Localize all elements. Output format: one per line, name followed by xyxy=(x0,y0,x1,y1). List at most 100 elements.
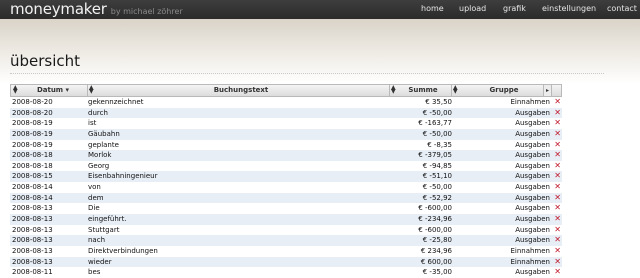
cell-date: 2008-08-19 xyxy=(12,140,53,149)
table-row[interactable]: 2008-08-13 Stuttgart € -600,00 Ausgaben ✕ xyxy=(10,224,562,236)
delete-x-icon[interactable]: ✕ xyxy=(554,203,561,214)
cell-gruppe: Ausgaben xyxy=(515,193,550,202)
nav-grafik[interactable]: grafik xyxy=(503,4,526,13)
column-summe[interactable]: Summe xyxy=(397,85,449,96)
delete-x-icon[interactable]: ✕ xyxy=(554,171,561,182)
cell-date: 2008-08-20 xyxy=(12,98,53,106)
cell-summe: € -94,85 xyxy=(422,161,452,170)
cell-date: 2008-08-13 xyxy=(12,225,53,234)
table-row[interactable]: 2008-08-15 Eisenbahningenieur € -51,10 Ausg… xyxy=(10,171,562,183)
table-row[interactable]: 2008-08-13 wieder € 600,00 Einnahmen ✕ xyxy=(10,256,562,268)
cell-gruppe: Ausgaben xyxy=(515,204,550,213)
table-row[interactable]: 2008-08-13 Direktverbindungen € 234,96 Einn… xyxy=(10,245,562,257)
cell-buchungstext: von xyxy=(88,183,101,192)
delete-x-icon[interactable]: ✕ xyxy=(554,235,561,246)
cell-gruppe: Einnahmen xyxy=(510,98,550,106)
title-divider xyxy=(10,73,604,74)
delete-x-icon[interactable]: ✕ xyxy=(554,257,561,268)
cell-date: 2008-08-13 xyxy=(12,246,53,255)
column-buchungstext[interactable]: Buchungstext xyxy=(95,85,387,96)
cell-gruppe: Ausgaben xyxy=(515,183,550,192)
cell-summe: € -600,00 xyxy=(418,225,452,234)
column-gruppe[interactable]: Gruppe xyxy=(459,85,549,96)
delete-x-icon[interactable]: ✕ xyxy=(554,267,561,278)
delete-x-icon[interactable]: ✕ xyxy=(554,193,561,204)
table-row[interactable]: 2008-08-14 dem € -52,92 Ausgaben ✕ xyxy=(10,192,562,204)
cell-date: 2008-08-19 xyxy=(12,129,53,138)
cell-buchungstext: Die xyxy=(88,204,100,213)
cell-date: 2008-08-14 xyxy=(12,193,53,202)
nav-home[interactable]: home xyxy=(421,4,444,13)
cell-gruppe: Ausgaben xyxy=(515,140,550,149)
cell-summe: € -25,80 xyxy=(422,236,452,245)
column-separator[interactable] xyxy=(389,85,390,96)
brand-byline: by michael zöhrer xyxy=(110,7,183,16)
table-row[interactable]: 2008-08-18 Georg € -94,85 Ausgaben ✕ xyxy=(10,160,562,172)
cell-date: 2008-08-13 xyxy=(12,236,53,245)
cell-summe: € -50,00 xyxy=(422,108,452,117)
page-title: übersicht xyxy=(10,52,81,70)
cell-summe: € -35,00 xyxy=(422,268,452,277)
table-row[interactable]: 2008-08-20 gekennzeichnet € 35,50 Einnahmen… xyxy=(10,97,562,108)
cell-buchungstext: Morlok xyxy=(88,151,112,160)
column-datum-label: Datum xyxy=(36,86,64,94)
cell-buchungstext: gekennzeichnet xyxy=(88,98,144,106)
cell-gruppe: Ausgaben xyxy=(515,119,550,128)
delete-x-icon[interactable]: ✕ xyxy=(554,246,561,257)
cell-buchungstext: Georg xyxy=(88,161,110,170)
table-row[interactable]: 2008-08-18 Morlok € -379,05 Ausgaben ✕ xyxy=(10,150,562,161)
delete-x-icon[interactable]: ✕ xyxy=(554,129,561,140)
cell-buchungstext: nach xyxy=(88,236,106,245)
cell-buchungstext: durch xyxy=(88,108,108,117)
column-separator[interactable] xyxy=(451,85,452,96)
table-row[interactable]: 2008-08-20 durch € -50,00 Ausgaben ✕ xyxy=(10,107,562,119)
cell-summe: € 600,00 xyxy=(420,257,452,266)
delete-x-icon[interactable]: ✕ xyxy=(554,161,561,172)
table-body: 2008-08-20 gekennzeichnet € 35,50 Einnahmen… xyxy=(10,97,562,278)
cell-buchungstext: geplante xyxy=(88,140,119,149)
cell-gruppe: Ausgaben xyxy=(515,129,550,138)
cell-date: 2008-08-15 xyxy=(12,172,53,181)
cell-gruppe: Ausgaben xyxy=(515,225,550,234)
cell-date: 2008-08-19 xyxy=(12,119,53,128)
table-row[interactable]: 2008-08-19 Gäubahn € -50,00 Ausgaben ✕ xyxy=(10,128,562,140)
cell-buchungstext: wieder xyxy=(88,257,112,266)
delete-x-icon[interactable]: ✕ xyxy=(554,97,561,108)
cell-buchungstext: dem xyxy=(88,193,104,202)
table-row[interactable]: 2008-08-19 geplante € -8,35 Ausgaben ✕ xyxy=(10,139,562,151)
table-row[interactable]: 2008-08-19 ist € -163,77 Ausgaben ✕ xyxy=(10,118,562,129)
delete-x-icon[interactable]: ✕ xyxy=(554,118,561,129)
cell-gruppe: Ausgaben xyxy=(515,172,550,181)
delete-x-icon[interactable]: ✕ xyxy=(554,108,561,119)
cell-gruppe: Ausgaben xyxy=(515,108,550,117)
cell-gruppe: Ausgaben xyxy=(515,161,550,170)
column-datum[interactable]: Datum ▾ xyxy=(21,85,85,96)
cell-summe: € -51,10 xyxy=(422,172,452,181)
cell-gruppe: Ausgaben xyxy=(515,268,550,277)
cell-date: 2008-08-20 xyxy=(12,108,53,117)
delete-x-icon[interactable]: ✕ xyxy=(554,182,561,193)
transactions-table: ▲ ▼ Datum ▾ ▲ ▼ Buchungstext ▲ ▼ Summe ▲ ▼ G… xyxy=(10,84,562,278)
table-row[interactable]: 2008-08-13 eingeführt. € -234,96 Ausgaben ✕ xyxy=(10,214,562,225)
cell-buchungstext: ist xyxy=(88,119,97,128)
delete-x-icon[interactable]: ✕ xyxy=(554,140,561,151)
cell-buchungstext: bes xyxy=(88,268,101,277)
cell-summe: € 234,96 xyxy=(420,246,452,255)
table-row[interactable]: 2008-08-11 bes € -35,00 Ausgaben ✕ xyxy=(10,267,562,278)
cell-date: 2008-08-14 xyxy=(12,183,53,192)
cell-summe: € -52,92 xyxy=(422,193,452,202)
delete-x-icon[interactable]: ✕ xyxy=(554,214,561,225)
delete-x-icon[interactable]: ✕ xyxy=(554,150,561,161)
nav-upload[interactable]: upload xyxy=(459,4,486,13)
nav-contact[interactable]: contact xyxy=(607,4,637,13)
column-chooser-icon[interactable]: ▸ xyxy=(543,84,552,97)
cell-date: 2008-08-18 xyxy=(12,161,53,170)
cell-buchungstext: Direktverbindungen xyxy=(88,246,158,255)
table-row[interactable]: 2008-08-13 Die € -600,00 Ausgaben ✕ xyxy=(10,203,562,215)
table-row[interactable]: 2008-08-14 von € -50,00 Ausgaben ✕ xyxy=(10,182,562,193)
nav-einstellungen[interactable]: einstellungen xyxy=(542,4,596,13)
column-separator[interactable] xyxy=(87,85,88,96)
delete-x-icon[interactable]: ✕ xyxy=(554,225,561,236)
sort-arrows-icon[interactable]: ▲ ▼ xyxy=(13,85,19,95)
table-row[interactable]: 2008-08-13 nach € -25,80 Ausgaben ✕ xyxy=(10,235,562,246)
